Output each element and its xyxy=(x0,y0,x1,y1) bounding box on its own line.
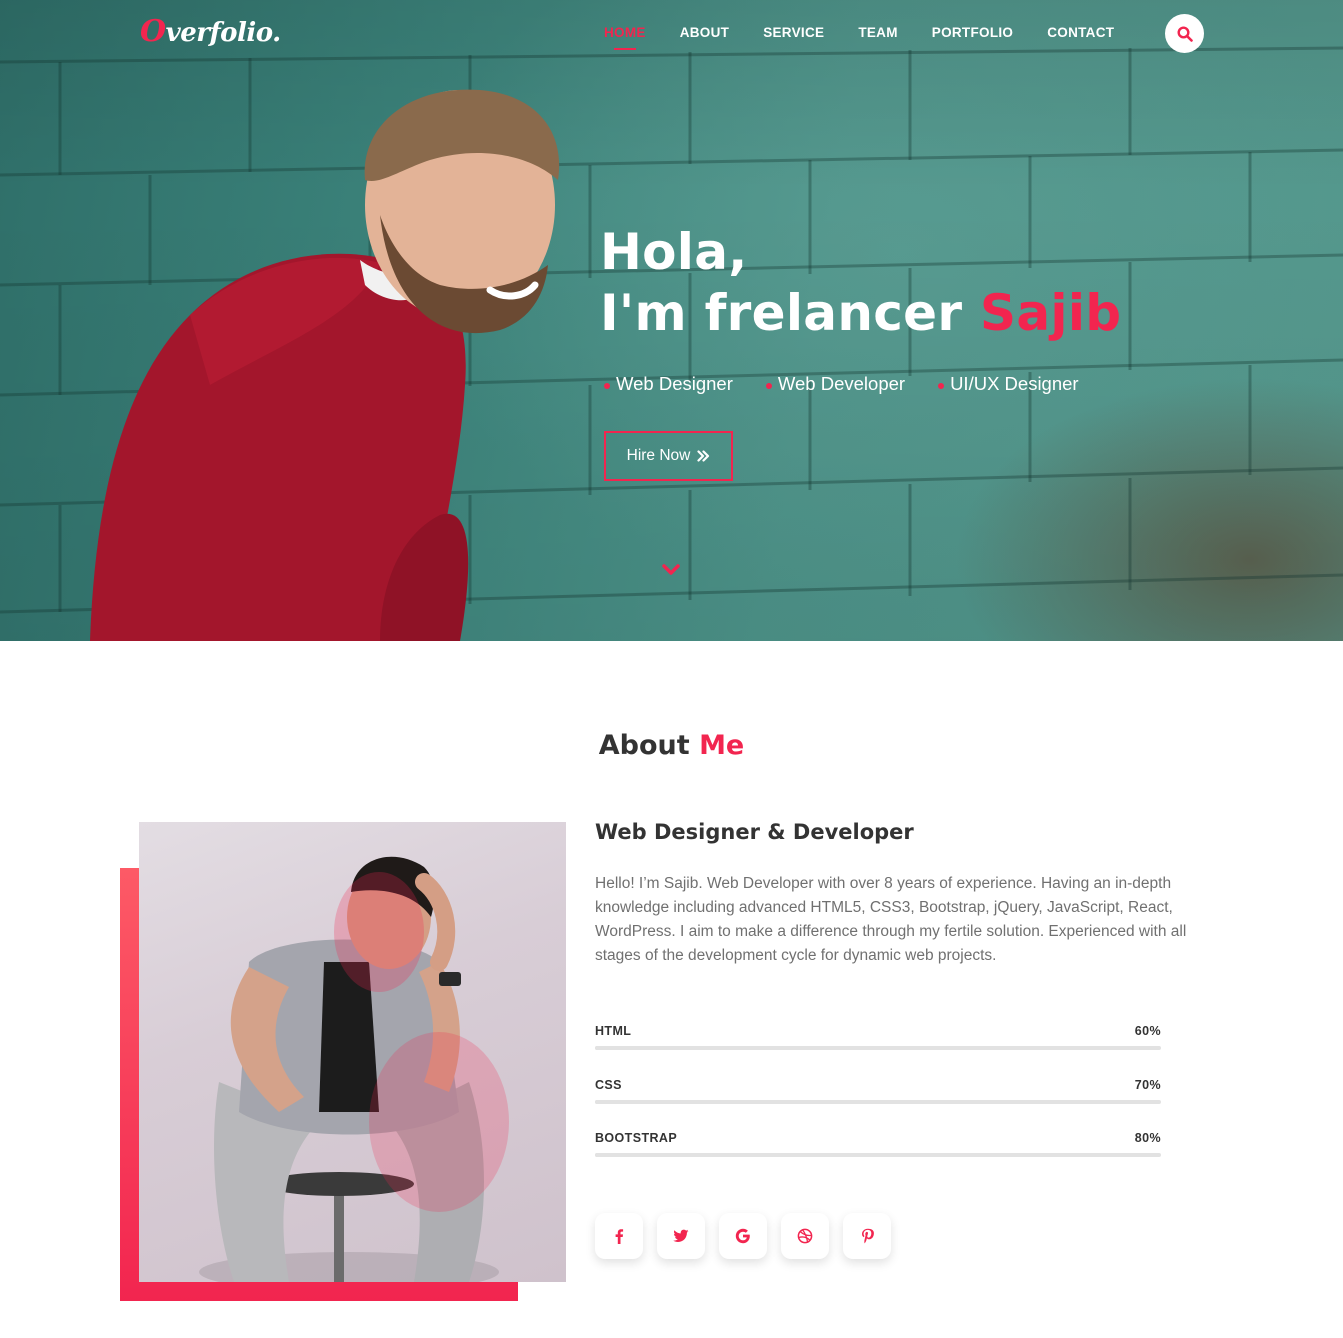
skill-name: HTML xyxy=(595,1024,632,1038)
nav-service[interactable]: SERVICE xyxy=(763,25,824,50)
hero-section: Overfolio. HOME ABOUT SERVICE TEAM PORTF… xyxy=(0,0,1343,641)
skill-percent: 70% xyxy=(1134,1078,1161,1092)
nav-about[interactable]: ABOUT xyxy=(680,25,730,50)
bullet-dot-icon xyxy=(765,382,772,389)
skill-percent: 60% xyxy=(1134,1024,1161,1038)
facebook-icon xyxy=(615,1229,624,1244)
skill-track xyxy=(595,1046,1161,1050)
twitter-icon xyxy=(673,1229,689,1242)
role-item: Web Designer xyxy=(604,373,733,395)
skill-bar: BOOTSTRAP 80% xyxy=(595,1131,1161,1157)
role-item: UI/UX Designer xyxy=(938,373,1079,395)
hero-intro: I'm frelancer xyxy=(600,284,981,342)
hire-now-label: Hire Now xyxy=(626,447,691,464)
logo-text: verfolio. xyxy=(165,18,282,48)
dribbble-icon xyxy=(797,1228,813,1244)
about-bio: Hello! I’m Sajib. Web Developer with ove… xyxy=(595,875,1187,964)
about-heading-part2: Me xyxy=(699,730,745,761)
chevron-down-icon[interactable] xyxy=(661,563,681,577)
facebook-button[interactable] xyxy=(595,1213,643,1259)
dribbble-button[interactable] xyxy=(781,1213,829,1259)
skill-bar: CSS 70% xyxy=(595,1078,1161,1104)
nav-contact[interactable]: CONTACT xyxy=(1047,25,1114,50)
pinterest-icon xyxy=(861,1228,874,1244)
role-label: Web Developer xyxy=(777,373,906,394)
about-photo xyxy=(139,822,566,1282)
about-subtitle: Web Designer & Developer xyxy=(595,820,914,844)
skill-track xyxy=(595,1100,1161,1104)
about-heading-part1: About xyxy=(598,730,700,761)
role-label: Web Designer xyxy=(616,373,733,394)
nav-team[interactable]: TEAM xyxy=(858,25,897,50)
skill-fill xyxy=(595,1046,935,1050)
pinterest-button[interactable] xyxy=(843,1213,891,1259)
hero-portrait xyxy=(90,89,560,641)
role-item: Web Developer xyxy=(765,373,906,395)
nav-portfolio[interactable]: PORTFOLIO xyxy=(932,25,1013,50)
google-button[interactable] xyxy=(719,1213,767,1259)
brand-logo[interactable]: Overfolio. xyxy=(140,14,281,49)
bullet-dot-icon xyxy=(938,382,945,389)
search-icon xyxy=(1176,25,1193,42)
about-portrait xyxy=(199,856,509,1282)
main-nav: HOME ABOUT SERVICE TEAM PORTFOLIO CONTAC… xyxy=(604,25,1148,50)
logo-letter: O xyxy=(140,14,166,49)
social-links xyxy=(595,1213,891,1259)
hero-heading: Hola, I'm frelancer Sajib xyxy=(600,222,1121,344)
twitter-button[interactable] xyxy=(657,1213,705,1259)
skill-name: BOOTSTRAP xyxy=(595,1131,678,1145)
nav-home[interactable]: HOME xyxy=(604,25,646,50)
role-label: UI/UX Designer xyxy=(950,373,1079,394)
skill-percent: 80% xyxy=(1134,1131,1161,1145)
skill-name: CSS xyxy=(595,1078,622,1092)
search-button[interactable] xyxy=(1165,14,1204,53)
skill-track xyxy=(595,1153,1161,1157)
skill-fill xyxy=(595,1153,1048,1157)
bullet-dot-icon xyxy=(604,382,610,389)
skill-fill xyxy=(595,1100,992,1104)
hero-roles: Web Designer Web Developer UI/UX Designe… xyxy=(604,373,1079,395)
hero-name: Sajib xyxy=(980,284,1122,342)
skill-bar: HTML 60% xyxy=(595,1024,1161,1050)
google-icon xyxy=(735,1228,750,1244)
hero-greeting: Hola, xyxy=(600,223,748,281)
hire-now-button[interactable]: Hire Now xyxy=(604,431,733,481)
about-heading: About Me xyxy=(0,730,1343,761)
double-chevron-right-icon xyxy=(697,450,710,462)
